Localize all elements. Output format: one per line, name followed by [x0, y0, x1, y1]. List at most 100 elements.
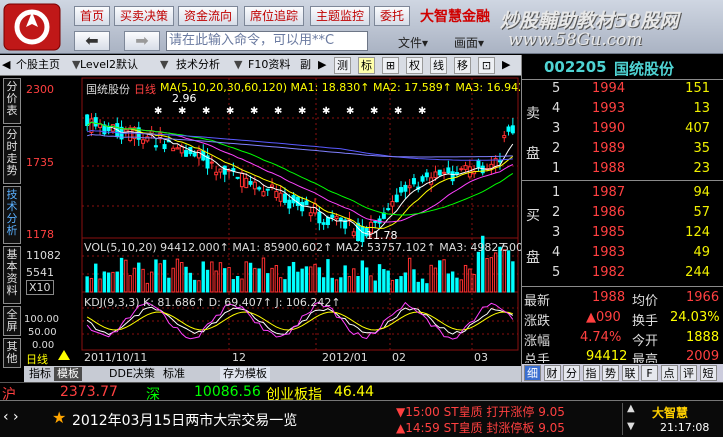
tab-rights[interactable]: 权	[406, 57, 423, 74]
command-input[interactable]: 请在此输入命令，可以用**C	[166, 31, 368, 51]
tab-dde[interactable]: DDE决策	[106, 367, 158, 381]
volume-bar	[313, 263, 317, 293]
vtab-intraday[interactable]: 分时走势	[3, 126, 21, 184]
quote-tab-3[interactable]: 指	[582, 365, 600, 381]
sz-index-value[interactable]: 10086.56	[194, 384, 261, 400]
event-marker-icon: ✱	[418, 106, 426, 117]
star-icon[interactable]: ★	[52, 408, 66, 427]
stock-name: 国统股份	[614, 60, 675, 78]
volume-bar	[137, 262, 141, 293]
alert-seal-limit[interactable]: ▲14:59 ST皇质 封涨停板 9.05	[396, 419, 565, 436]
tab-window[interactable]: ⊡	[478, 57, 495, 74]
quote-tab-7[interactable]: 点	[660, 365, 678, 381]
brand-logo: 大智慧	[652, 406, 689, 420]
tab-scroll-icon[interactable]: ▶	[502, 57, 510, 74]
tab-grid[interactable]: ⊞	[382, 57, 399, 74]
quote-tab-4[interactable]: 势	[602, 365, 619, 381]
volume-bar	[240, 278, 244, 293]
turnover-label: 换手	[632, 314, 659, 329]
screen-menu[interactable]: 画面▾	[454, 34, 484, 51]
tab-move[interactable]: 移	[454, 57, 471, 74]
volume-bar	[433, 267, 438, 293]
tab-line[interactable]: 线	[430, 57, 447, 74]
tab-indicator[interactable]: 指标	[26, 367, 54, 381]
vtab-price-table[interactable]: 分价表	[3, 78, 21, 124]
kline-chart-svg[interactable]: ✱ ✱ ✱ ✱ ✱ ✱ ✱ ✱ ✱ ✱ ✱ ✱	[24, 76, 521, 366]
buy-order-row[interactable]: 2 1986 57	[522, 205, 723, 224]
file-menu[interactable]: 文件▾	[398, 34, 428, 51]
date-label-4: 03	[474, 351, 488, 364]
home-button[interactable]: 首页	[74, 6, 111, 26]
tab-measure[interactable]: 测	[334, 57, 351, 74]
cy-index-value[interactable]: 46.44	[334, 384, 374, 400]
buy-order-row[interactable]: 5 1982 244	[522, 265, 723, 284]
save-template-tab[interactable]: 存为模板	[220, 367, 270, 381]
volume-bar	[171, 267, 175, 293]
tab-template[interactable]: 模板	[54, 367, 82, 381]
vtab-basic[interactable]: 基本资料	[3, 246, 21, 304]
quote-tab-9[interactable]: 短	[699, 365, 717, 381]
trade-decision-button[interactable]: 买卖决策	[114, 6, 175, 26]
quote-tab-0[interactable]: 细	[524, 365, 541, 381]
quote-panel: 002205 国统股份 卖 盘 5 1994 151 4 1993 13 3 1990 407 2…	[521, 55, 723, 382]
capital-flow-button[interactable]: 资金流向	[178, 6, 239, 26]
tab-f10[interactable]: F10资料	[248, 57, 290, 74]
sell-order-row[interactable]: 1 1988 23	[522, 161, 723, 180]
candle-body	[265, 188, 270, 191]
app-logo-icon[interactable]	[2, 2, 62, 52]
sh-index-value[interactable]: 2373.77	[60, 384, 118, 400]
buy-order-row[interactable]: 4 1983 49	[522, 245, 723, 264]
quote-tab-5[interactable]: 联	[621, 365, 639, 381]
sell-order-row[interactable]: 4 1993 13	[522, 101, 723, 120]
volume-bar	[317, 267, 322, 293]
theme-monitor-button[interactable]: 主题监控	[310, 6, 371, 26]
quote-tab-6[interactable]: F	[641, 365, 658, 381]
seat-track-button[interactable]: 席位追踪	[244, 6, 305, 26]
quote-tab-1[interactable]: 财	[543, 365, 561, 381]
price: 1986	[592, 205, 626, 220]
tab-level2[interactable]: Level2默认	[80, 57, 138, 74]
alert-open-limit[interactable]: ▼15:00 ST皇质 打开涨停 9.05	[396, 403, 565, 420]
volume-bar	[472, 273, 476, 293]
volume-bar	[395, 279, 399, 293]
alert-scroll-up-icon[interactable]: ▲	[627, 403, 635, 414]
tab-stock-home[interactable]: 个股主页	[16, 57, 60, 74]
order-button[interactable]: 委托	[374, 6, 411, 26]
volume-bar	[235, 276, 240, 293]
dropdown-icon[interactable]: ▼	[160, 57, 168, 74]
dropdown-icon[interactable]: ▼	[234, 57, 242, 74]
buy-order-row[interactable]: 1 1987 94	[522, 185, 723, 204]
sell-order-row[interactable]: 5 1994 151	[522, 81, 723, 100]
kline-chart-area[interactable]: ✱ ✱ ✱ ✱ ✱ ✱ ✱ ✱ ✱ ✱ ✱ ✱ 国统股份 日线 MA(5,10,20,30,60,12…	[24, 76, 523, 366]
news-prev-next-icon[interactable]: ‹ ›	[3, 409, 19, 425]
quote-tab-8[interactable]: 评	[680, 365, 697, 381]
volume-bar	[382, 269, 386, 293]
back-button[interactable]: ⬅	[74, 31, 110, 51]
vtab-tech[interactable]: 技术分析	[3, 186, 21, 244]
alert-scroll-down-icon[interactable]: ▼	[627, 421, 635, 432]
vol-tick-mid: 5541	[26, 266, 54, 279]
candle-body	[192, 152, 197, 157]
level: 5	[552, 265, 561, 280]
sell-order-row[interactable]: 3 1990 407	[522, 121, 723, 140]
quote-tab-2[interactable]: 分	[563, 365, 580, 381]
vol-scale-badge[interactable]: X10	[26, 280, 54, 295]
turnover-value: 24.03%	[670, 310, 720, 325]
vtab-other[interactable]: 其他	[3, 338, 21, 368]
tab-tech-analysis[interactable]: 技术分析	[176, 57, 220, 74]
vtab-fullscreen[interactable]: 全屏	[3, 306, 21, 336]
sell-order-row[interactable]: 2 1989 35	[522, 141, 723, 160]
volume-bar	[231, 279, 236, 293]
tab-prev-icon[interactable]: ◀	[2, 57, 10, 74]
tab-mark[interactable]: 标	[358, 57, 375, 74]
forward-button[interactable]: ➡	[124, 31, 160, 51]
candle-body	[459, 168, 464, 171]
candle-body	[480, 165, 485, 174]
volume-bar	[420, 278, 425, 293]
buy-order-row[interactable]: 3 1985 124	[522, 225, 723, 244]
tab-standard[interactable]: 标准	[160, 367, 188, 381]
tab-next-icon[interactable]: ▶	[318, 57, 326, 74]
tab-sub[interactable]: 副	[300, 57, 311, 74]
news-ticker[interactable]: 2012年03月15日两市大宗交易一览	[72, 410, 297, 430]
volume: 124	[685, 225, 710, 240]
